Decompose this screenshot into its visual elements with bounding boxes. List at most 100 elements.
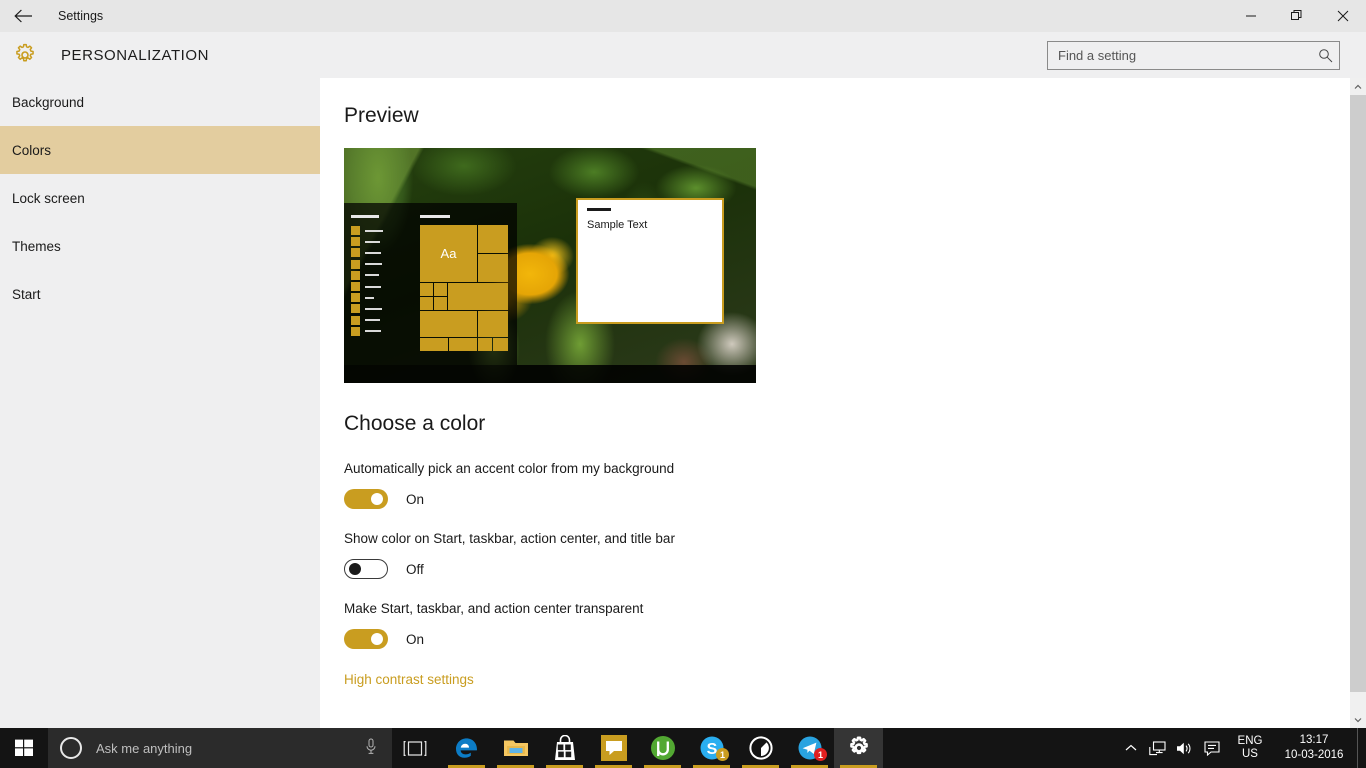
gear-glyph — [16, 43, 34, 62]
setting-label: Make Start, taskbar, and action center t… — [344, 601, 644, 616]
messaging-icon — [600, 735, 627, 761]
back-arrow-icon — [13, 9, 32, 23]
taskbar: Ask me anything S 1 1 ENG US 13:17 10-03… — [0, 728, 1366, 768]
cortana-placeholder: Ask me anything — [96, 740, 193, 756]
toggle-knob — [371, 633, 383, 645]
start-menu-app-list — [351, 225, 383, 337]
start-menu-rule — [351, 215, 379, 218]
sidebar-item-colors[interactable]: Colors — [0, 126, 320, 174]
notification-badge: 1 — [716, 748, 729, 761]
cortana-circle-icon — [60, 737, 82, 759]
show-desktop-button[interactable] — [1357, 728, 1366, 768]
tile-small — [434, 297, 447, 310]
preview-taskbar — [344, 365, 756, 383]
clock-time: 13:17 — [1299, 734, 1329, 746]
tile-small — [420, 338, 448, 351]
clock[interactable]: 13:17 10-03-2016 — [1271, 733, 1357, 763]
tile-wide — [448, 283, 508, 310]
sidebar-item-label: Start — [12, 286, 41, 302]
sidebar-nav: Background Colors Lock screen Themes Sta… — [0, 78, 320, 728]
settings-gear-icon — [849, 736, 868, 755]
sidebar-item-lock-screen[interactable]: Lock screen — [0, 174, 320, 222]
close-button[interactable] — [1320, 0, 1366, 32]
start-tiles: Aa — [420, 225, 509, 352]
tile-medium — [478, 311, 508, 337]
scroll-up-glyph — [1354, 84, 1362, 89]
tile-text: Aa — [440, 246, 457, 261]
tile-medium — [478, 254, 508, 282]
sidebar-item-label: Background — [12, 94, 85, 110]
back-button[interactable] — [0, 0, 46, 32]
show-color-toggle[interactable] — [344, 559, 388, 579]
system-tray: ENG US 13:17 10-03-2016 — [1117, 728, 1366, 768]
minimize-button[interactable] — [1228, 0, 1274, 32]
auto-accent-toggle[interactable] — [344, 489, 388, 509]
tile-small — [420, 283, 433, 296]
toggle-knob — [371, 493, 383, 505]
start-menu-preview: Aa — [344, 203, 517, 365]
action-center-glyph — [1203, 740, 1220, 756]
sample-window-preview: Sample Text — [576, 198, 724, 324]
tile-small — [478, 338, 492, 351]
tile-small — [434, 283, 447, 296]
microphone-icon[interactable] — [364, 738, 378, 761]
taskbar-app-settings[interactable] — [834, 728, 883, 768]
sidebar-item-themes[interactable]: Themes — [0, 222, 320, 270]
cortana-search-box[interactable]: Ask me anything — [48, 728, 392, 768]
task-view-button[interactable] — [392, 728, 438, 768]
sidebar-item-label: Colors — [12, 142, 52, 158]
file-explorer-icon — [503, 740, 528, 756]
high-contrast-settings-link[interactable]: High contrast settings — [344, 672, 474, 687]
utorrent-icon — [650, 736, 675, 760]
title-bar: Settings — [0, 0, 1366, 32]
scroll-down-icon[interactable] — [1350, 711, 1366, 728]
language-primary: ENG — [1237, 735, 1263, 747]
taskbar-app-telegram[interactable]: 1 — [785, 728, 834, 768]
store-icon — [554, 735, 575, 760]
taskbar-app-edge[interactable] — [442, 728, 491, 768]
restore-button[interactable] — [1274, 0, 1320, 32]
clock-date: 10-03-2016 — [1284, 749, 1344, 761]
opera-icon — [748, 736, 773, 760]
search-box[interactable] — [1047, 41, 1340, 70]
choose-color-heading: Choose a color — [344, 412, 486, 435]
scroll-thumb[interactable] — [1350, 95, 1366, 692]
toggle-state-label: On — [406, 491, 425, 507]
scroll-up-icon[interactable] — [1350, 78, 1366, 95]
tile-large: Aa — [420, 225, 477, 282]
search-input[interactable] — [1048, 48, 1311, 63]
page-header: PERSONALIZATION — [0, 32, 1366, 78]
setting-label: Automatically pick an accent color from … — [344, 461, 675, 476]
transparency-toggle[interactable] — [344, 629, 388, 649]
language-secondary: US — [1242, 748, 1258, 760]
chevron-up-icon[interactable] — [1117, 728, 1144, 768]
taskbar-app-skype[interactable]: S 1 — [687, 728, 736, 768]
taskbar-app-utorrent[interactable] — [638, 728, 687, 768]
tile-small — [493, 338, 508, 351]
gear-icon — [10, 40, 40, 70]
language-indicator[interactable]: ENG US — [1229, 735, 1271, 761]
action-center-icon[interactable] — [1198, 728, 1225, 768]
notification-badge: 1 — [814, 748, 827, 761]
toggle-state-label: Off — [406, 561, 424, 577]
window-controls — [1228, 0, 1366, 32]
taskbar-app-opera[interactable] — [736, 728, 785, 768]
chevron-up-glyph — [1125, 744, 1136, 751]
task-view-icon — [403, 740, 427, 756]
sidebar-item-start[interactable]: Start — [0, 270, 320, 318]
search-icon[interactable] — [1311, 48, 1339, 63]
start-button[interactable] — [0, 728, 48, 768]
edge-icon — [455, 738, 477, 758]
taskbar-app-store[interactable] — [540, 728, 589, 768]
settings-window: Settings PERSONALIZATION Find a setting … — [0, 0, 1366, 768]
setting-label: Show color on Start, taskbar, action cen… — [344, 531, 675, 546]
taskbar-app-messaging[interactable] — [589, 728, 638, 768]
network-icon[interactable] — [1144, 728, 1171, 768]
vertical-scrollbar[interactable] — [1350, 78, 1366, 728]
volume-icon[interactable] — [1171, 728, 1198, 768]
windows-logo-icon — [15, 739, 33, 756]
taskbar-app-file-explorer[interactable] — [491, 728, 540, 768]
sidebar-item-background[interactable]: Background — [0, 78, 320, 126]
sample-window-text: Sample Text — [587, 219, 648, 231]
sample-window-rule — [587, 208, 611, 211]
